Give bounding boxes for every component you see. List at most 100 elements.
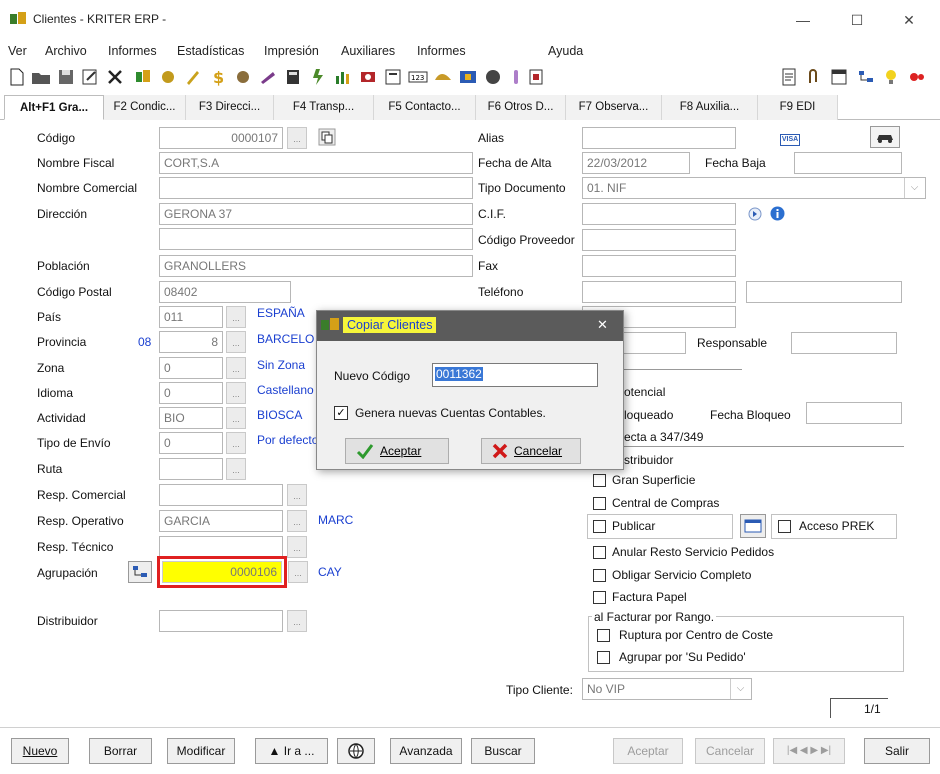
menu-auxiliares[interactable]: Auxiliares <box>341 44 395 58</box>
tipo-cliente-dropdown-icon[interactable]: ⌵ <box>730 679 750 699</box>
ir-a-button[interactable]: ▲ Ir a ... <box>255 738 328 764</box>
idioma-field[interactable]: 0 <box>159 382 223 404</box>
pais-field[interactable]: 011 <box>159 306 223 328</box>
nombre-comercial-field[interactable] <box>159 177 473 199</box>
tipo-documento-dropdown-icon[interactable]: ⌵ <box>904 178 924 198</box>
visa-card-icon[interactable]: VISA <box>780 134 800 146</box>
save-icon[interactable] <box>55 66 77 88</box>
menu-informes-2[interactable]: Informes <box>417 44 466 58</box>
tool-icon-1[interactable] <box>132 66 154 88</box>
agrupacion-lookup-button[interactable]: ... <box>288 561 308 583</box>
tool-icon-5[interactable] <box>257 66 279 88</box>
poblacion-field[interactable]: GRANOLLERS <box>159 255 473 277</box>
tool-icon-10[interactable] <box>457 66 479 88</box>
tab-otros-datos[interactable]: F6 Otros D... <box>476 95 566 120</box>
factura-papel-checkbox[interactable] <box>593 591 606 604</box>
delete-icon[interactable] <box>104 66 126 88</box>
globe-button-icon[interactable] <box>337 738 375 764</box>
menu-archivo[interactable]: Archivo <box>45 44 87 58</box>
resp-operativo-lookup-button[interactable]: ... <box>287 510 307 532</box>
responsable-field[interactable] <box>791 332 897 354</box>
tab-auxiliares[interactable]: F8 Auxilia... <box>662 95 758 120</box>
telefono-2-field[interactable] <box>746 281 902 303</box>
tipo-documento-select[interactable]: 01. NIF <box>582 177 926 199</box>
cancelar-button[interactable]: Cancelar <box>695 738 765 764</box>
dialog-aceptar-button[interactable]: Aceptar <box>345 438 449 464</box>
agrupar-pedido-checkbox[interactable] <box>597 651 610 664</box>
gran-superficie-checkbox[interactable] <box>593 474 606 487</box>
actividad-lookup-button[interactable]: ... <box>226 407 246 429</box>
calendar-icon[interactable] <box>828 66 850 88</box>
tab-condiciones[interactable]: F2 Condic... <box>104 95 186 120</box>
car-icon[interactable] <box>870 126 900 148</box>
ant-icon[interactable] <box>906 66 928 88</box>
menu-estadisticas[interactable]: Estadísticas <box>177 44 244 58</box>
ruptura-checkbox[interactable] <box>597 629 610 642</box>
aceptar-button[interactable]: Aceptar <box>613 738 683 764</box>
dialog-cancelar-button[interactable]: Cancelar <box>481 438 581 464</box>
dialog-close-button[interactable]: ✕ <box>597 317 608 333</box>
resp-comercial-field[interactable] <box>159 484 283 506</box>
zona-lookup-button[interactable]: ... <box>226 357 246 379</box>
tool-icon-8[interactable] <box>382 66 404 88</box>
idioma-lookup-button[interactable]: ... <box>226 382 246 404</box>
actividad-field[interactable]: BIO <box>159 407 223 429</box>
new-document-icon[interactable] <box>6 66 28 88</box>
tool-icon-7[interactable] <box>357 66 379 88</box>
tipo-cliente-select[interactable]: No VIP <box>582 678 752 700</box>
chart-icon[interactable] <box>332 66 354 88</box>
resp-operativo-field[interactable]: GARCIA <box>159 510 283 532</box>
nuevo-codigo-input[interactable]: 0011362 <box>432 363 598 387</box>
agrupacion-field[interactable]: 0000106 <box>162 561 282 583</box>
tab-transportes[interactable]: F4 Transp... <box>274 95 374 120</box>
alias-field[interactable] <box>582 127 736 149</box>
copy-icon[interactable] <box>318 128 336 146</box>
codigo-proveedor-field[interactable] <box>582 229 736 251</box>
info-icon[interactable] <box>770 206 785 221</box>
maximize-button[interactable]: ☐ <box>834 8 880 32</box>
tool-icon-3[interactable] <box>182 66 204 88</box>
play-icon[interactable] <box>748 207 762 221</box>
buscar-button[interactable]: Buscar <box>471 738 535 764</box>
open-folder-icon[interactable] <box>30 66 52 88</box>
avanzada-button[interactable]: Avanzada <box>390 738 462 764</box>
anular-resto-checkbox[interactable] <box>593 546 606 559</box>
tool-icon-4[interactable] <box>232 66 254 88</box>
tool-icon-2[interactable] <box>157 66 179 88</box>
tab-contactos[interactable]: F5 Contacto... <box>374 95 476 120</box>
modificar-button[interactable]: Modificar <box>167 738 235 764</box>
tab-general[interactable]: Alt+F1 Gra... <box>4 95 104 120</box>
publicar-window-icon[interactable] <box>740 514 766 538</box>
numeric-icon[interactable]: 123 <box>407 66 429 88</box>
tree-icon[interactable] <box>855 66 877 88</box>
close-button[interactable]: ✕ <box>886 8 932 32</box>
calculator-icon[interactable] <box>282 66 304 88</box>
resp-tecnico-field[interactable] <box>159 536 283 558</box>
resp-tecnico-lookup-button[interactable]: ... <box>287 536 307 558</box>
provincia-field[interactable]: 8 <box>159 331 223 353</box>
fecha-alta-field[interactable]: 22/03/2012 <box>582 152 690 174</box>
tool-icon-9[interactable] <box>432 66 454 88</box>
publicar-checkbox[interactable] <box>593 520 606 533</box>
ruta-lookup-button[interactable]: ... <box>226 458 246 480</box>
paperclip-icon[interactable] <box>802 66 824 88</box>
record-nav-buttons[interactable]: |◀ ◀ ▶ ▶| <box>773 738 845 764</box>
salir-button[interactable]: Salir <box>864 738 930 764</box>
codigo-field[interactable]: 0000107 <box>159 127 283 149</box>
edit-icon[interactable] <box>79 66 101 88</box>
borrar-button[interactable]: Borrar <box>89 738 152 764</box>
menu-impresion[interactable]: Impresión <box>264 44 319 58</box>
cif-field[interactable] <box>582 203 736 225</box>
menu-ayuda[interactable]: Ayuda <box>548 44 583 58</box>
tipo-envio-field[interactable]: 0 <box>159 432 223 454</box>
codigo-lookup-button[interactable]: ... <box>287 127 307 149</box>
pais-lookup-button[interactable]: ... <box>226 306 246 328</box>
genera-cuentas-checkbox[interactable]: ✓ <box>334 406 348 420</box>
direccion-2-field[interactable] <box>159 228 473 250</box>
money-icon[interactable]: $ <box>207 66 229 88</box>
tool-icon-13[interactable] <box>525 66 547 88</box>
menu-informes[interactable]: Informes <box>108 44 157 58</box>
tipo-envio-lookup-button[interactable]: ... <box>226 432 246 454</box>
fax-field[interactable] <box>582 255 736 277</box>
central-compras-checkbox[interactable] <box>593 497 606 510</box>
